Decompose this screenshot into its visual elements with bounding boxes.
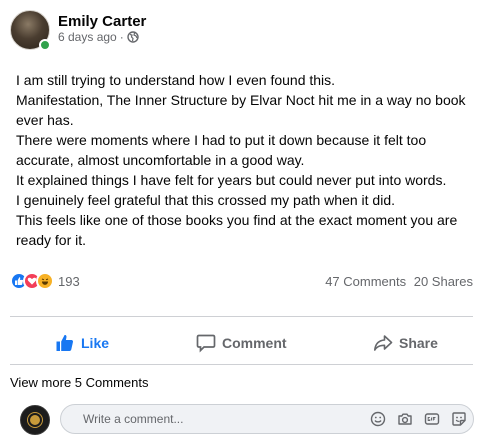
post-line: I genuinely feel grateful that this cros… [16,192,395,208]
like-label: Like [81,335,110,351]
post-stats: 193 47 Comments 20 Shares [0,270,485,292]
share-button[interactable]: Share [373,326,438,360]
thumbs-up-icon [56,334,74,351]
post-action-bar: Like Comment Share [0,326,485,360]
post-text: I am still trying to understand how I ev… [16,70,471,250]
comment-label: Comment [222,335,287,351]
post-line: There were moments where I had to put it… [16,132,427,168]
camera-icon[interactable] [397,411,413,427]
globe-icon[interactable] [127,31,139,43]
share-arrow-icon [374,335,393,351]
haha-reaction-icon [36,272,54,290]
author-name[interactable]: Emily Carter [58,13,146,30]
emoji-icon[interactable] [370,411,386,427]
author-avatar-wrapper[interactable] [10,10,51,51]
post-header: Emily Carter 6 days ago · [0,0,485,60]
composer-icons [359,411,467,427]
reactions-summary[interactable]: 193 [10,272,80,290]
post-line: It explained things I have felt for year… [16,172,447,188]
post-meta: 6 days ago · [58,30,139,44]
sticker-icon[interactable] [451,411,467,427]
comments-divider [10,364,473,365]
gif-icon[interactable] [424,411,440,427]
post-line: I am still trying to understand how I ev… [16,72,336,88]
avatar-emblem [30,415,40,425]
online-status-indicator [39,39,51,51]
meta-separator: · [119,30,124,44]
shares-count-link[interactable]: 20 Shares [414,274,473,289]
post-line: This feels like one of those books you f… [16,212,458,248]
avatar[interactable] [20,405,50,435]
view-more-comments-link[interactable]: View more 5 Comments [10,375,148,390]
comments-count-link[interactable]: 47 Comments [325,274,406,289]
comment-button[interactable]: Comment [196,326,287,360]
share-label: Share [399,335,438,351]
reaction-count: 193 [58,273,80,289]
engagement-counts: 47 Comments 20 Shares [325,274,473,289]
post-line: Manifestation, The Inner Structure by El… [16,92,466,128]
comment-composer [0,400,485,440]
action-bar-divider [10,316,473,317]
post-timestamp[interactable]: 6 days ago [58,30,117,44]
like-button[interactable]: Like [55,326,109,360]
comment-bubble-icon [196,334,216,353]
